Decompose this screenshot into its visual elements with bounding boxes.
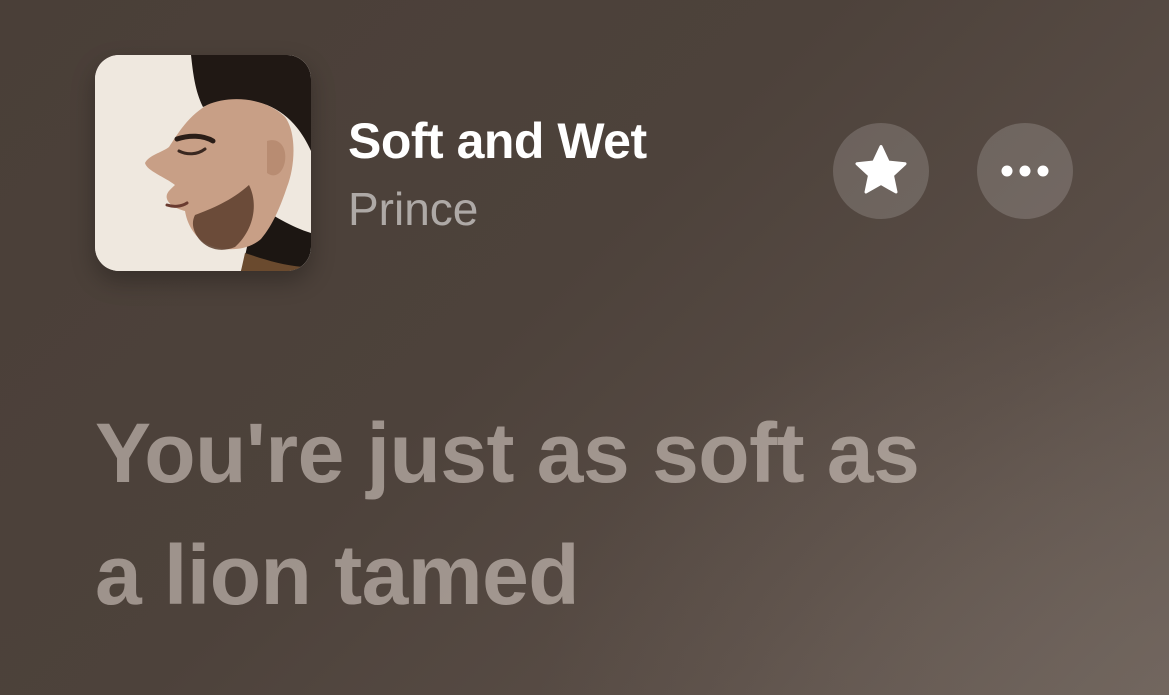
lyric-line[interactable]: a lion tamed — [95, 514, 1135, 636]
song-title: Soft and Wet — [348, 113, 647, 169]
artist-name[interactable]: Prince — [348, 182, 478, 236]
ellipsis-icon — [1001, 165, 1049, 177]
more-options-button[interactable] — [977, 123, 1073, 219]
album-art-portrait-icon — [95, 55, 311, 271]
star-icon — [855, 145, 907, 194]
favorite-button[interactable] — [833, 123, 929, 219]
lyrics-block[interactable]: You're just as soft as a lion tamed — [95, 392, 1135, 636]
album-artwork[interactable] — [95, 55, 311, 271]
lyric-line[interactable]: You're just as soft as — [95, 392, 1135, 514]
